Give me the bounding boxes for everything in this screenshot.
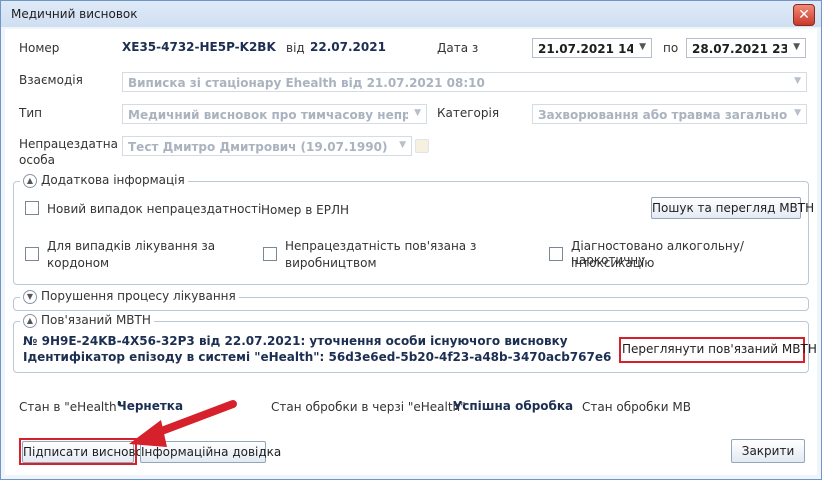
annotation-arrow-icon [129,400,237,447]
medical-conclusion-dialog: Медичний висновок ✕ Номер XE35-4732-HE5P… [0,0,822,480]
